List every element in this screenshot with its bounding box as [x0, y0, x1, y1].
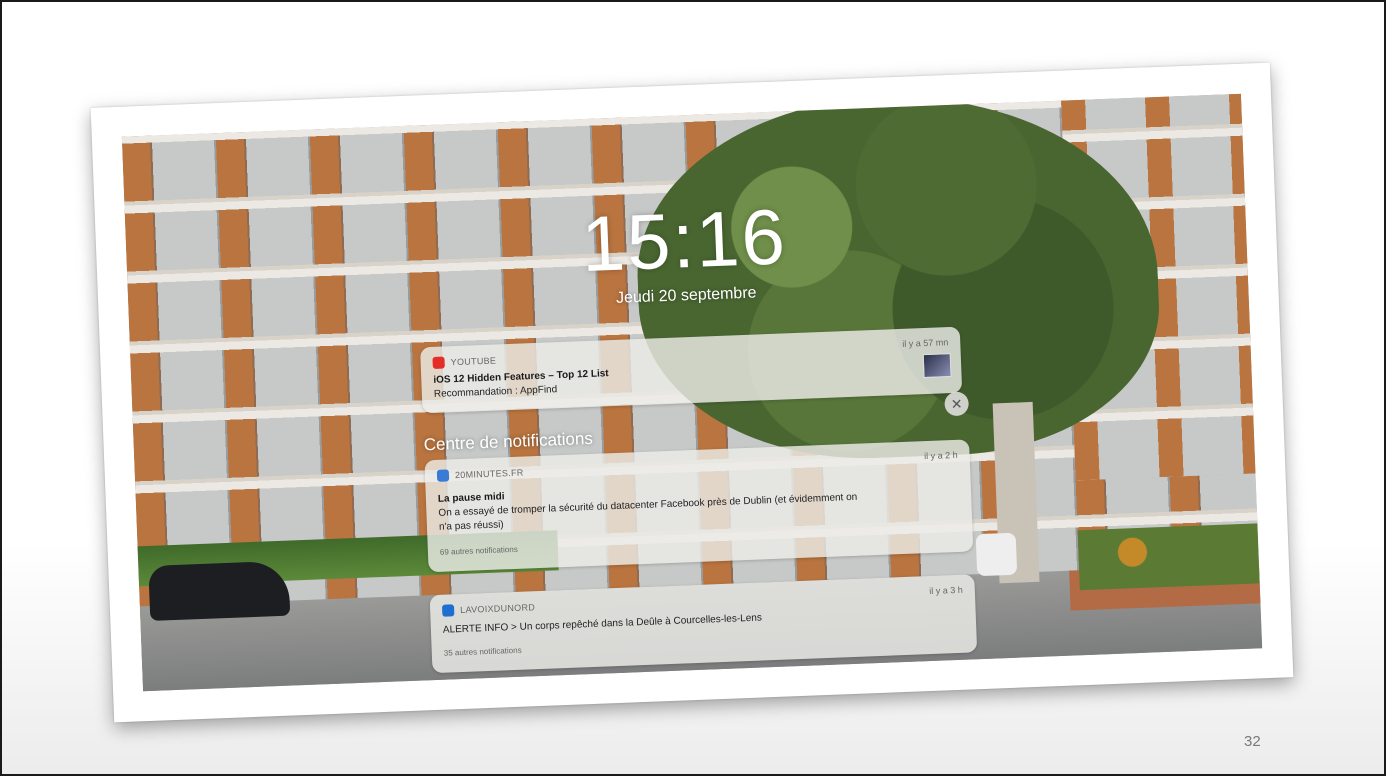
youtube-icon [432, 356, 445, 369]
notification-more-count: 35 autres notifications [443, 645, 522, 658]
wallpaper-white-car [975, 532, 1018, 577]
notification-body: Recommandation : AppFind [433, 384, 558, 400]
notification-time: il y a 2 h [923, 449, 958, 462]
lock-screen-time: 15:16 [579, 192, 789, 289]
photo-card: 15:16 Jeudi 20 septembre YOUTUBE il y a … [90, 62, 1294, 723]
notification-title: iOS 12 Hidden Features – Top 12 List [433, 368, 609, 386]
notification-title: La pause midi [437, 491, 505, 505]
video-thumbnail [922, 353, 952, 379]
notification-time: il y a 3 h [929, 584, 963, 597]
notification-app-name: YOUTUBE [450, 355, 497, 368]
slide-page-number: 32 [1244, 733, 1261, 750]
notification-20minutes[interactable]: 20MINUTES.FR il y a 2 h La pause midi On… [424, 439, 974, 573]
notification-body: ALERTE INFO > Un corps repêché dans la D… [442, 612, 763, 636]
notification-app-name: LAVOIXDUNORD [459, 602, 536, 616]
lavoixdunord-icon [441, 604, 455, 617]
notification-more-count: 69 autres notifications [439, 544, 518, 557]
notification-time: il y a 57 mn [902, 337, 949, 349]
20minutes-icon [436, 469, 450, 482]
wallpaper-car [148, 560, 291, 621]
notification-body-line-2: n'a pas réussi) [438, 519, 504, 533]
wallpaper-hedge [1077, 523, 1260, 591]
notification-app-name: 20MINUTES.FR [454, 467, 524, 481]
ipad-lock-screen: 15:16 Jeudi 20 septembre YOUTUBE il y a … [121, 93, 1263, 692]
